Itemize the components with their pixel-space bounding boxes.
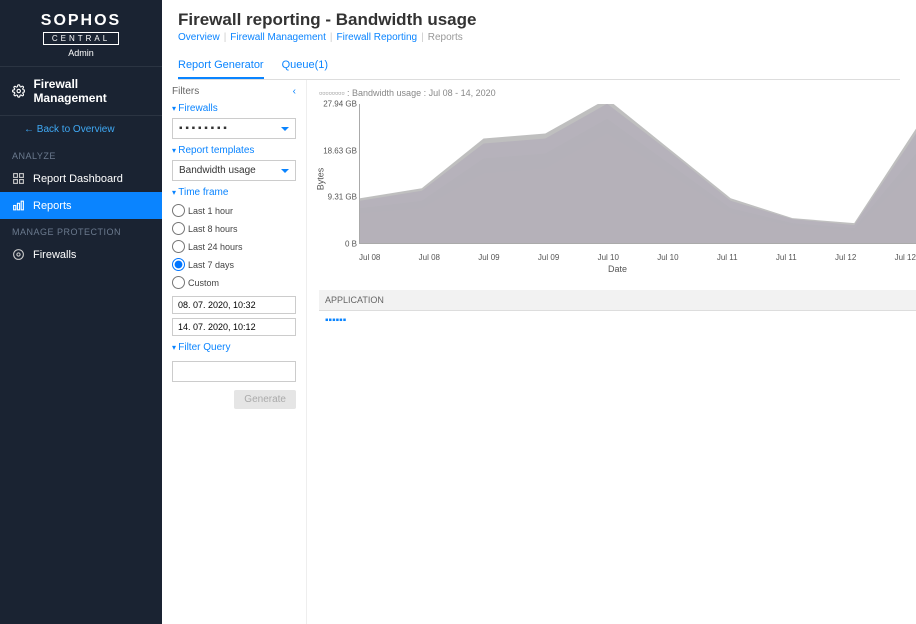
area-chart-svg — [360, 104, 916, 243]
gear-icon — [12, 84, 25, 98]
chart: Bytes 0 B9.31 GB18.63 GB27.94 GB Jul 08J… — [319, 104, 916, 274]
filter-templates-label[interactable]: Report templates — [172, 145, 296, 156]
breadcrumb-link[interactable]: Firewall Reporting — [337, 32, 418, 43]
logo-block: SOPHOS CENTRAL Admin — [0, 0, 162, 67]
filters-panel: Filters ‹ Firewalls ▪ ▪ ▪ ▪ ▪ ▪ ▪ ▪ Repo… — [162, 80, 307, 624]
brand-role: Admin — [0, 48, 162, 58]
collapse-filters-icon[interactable]: ‹ — [293, 86, 296, 97]
x-tick: Jul 11 — [717, 253, 738, 262]
timeframe-option[interactable]: Last 7 days — [172, 258, 234, 271]
sidebar-item-firewalls[interactable]: Firewalls — [0, 241, 162, 268]
tab-queue[interactable]: Queue(1) — [282, 53, 328, 79]
filter-firewalls-label[interactable]: Firewalls — [172, 103, 296, 114]
timeframe-option[interactable]: Custom — [172, 276, 219, 289]
breadcrumb: Overview|Firewall Management|Firewall Re… — [178, 32, 900, 43]
filter-query-input[interactable] — [172, 361, 296, 382]
timeframe-option[interactable]: Last 8 hours — [172, 222, 238, 235]
x-tick: Jul 08 — [419, 253, 440, 262]
timeframe-radios: Last 1 hour Last 8 hours Last 24 hours Last… — [172, 202, 296, 292]
tabs: Report Generator Queue(1) — [178, 53, 900, 80]
x-tick: Jul 08 — [359, 253, 380, 262]
sidebar-item-report-dashboard[interactable]: Report Dashboard — [0, 165, 162, 192]
bandwidth-table: APPLICATIONRISKCATEGORYBYTES ▪▪▪▪▪▪--71.… — [319, 290, 916, 624]
generate-button[interactable]: Generate — [234, 390, 296, 409]
breadcrumb-link[interactable]: Overview — [178, 32, 220, 43]
y-tick: 0 B — [345, 240, 357, 249]
x-tick: Jul 12 — [895, 253, 916, 262]
x-tick: Jul 09 — [478, 253, 499, 262]
timeframe-option[interactable]: Last 24 hours — [172, 240, 243, 253]
y-axis-label: Bytes — [315, 168, 325, 191]
x-tick: Jul 11 — [776, 253, 797, 262]
report-area: ▫▫▫▫▫▫▫▫ : Bandwidth usage : Jul 08 - 14… — [307, 80, 916, 624]
table-header[interactable]: APPLICATION — [319, 290, 916, 311]
filter-timeframe-label[interactable]: Time frame — [172, 187, 296, 198]
filters-title: Filters — [172, 86, 199, 97]
x-axis-label: Date — [608, 264, 627, 274]
brand-sub: CENTRAL — [43, 32, 119, 45]
y-tick: 18.63 GB — [323, 146, 357, 155]
breadcrumb-link[interactable]: Firewall Management — [230, 32, 326, 43]
nav-section-label: MANAGE PROTECTION — [0, 219, 162, 241]
x-tick: Jul 12 — [835, 253, 856, 262]
sidebar-item-reports[interactable]: Reports — [0, 192, 162, 219]
firewalls-select[interactable]: ▪ ▪ ▪ ▪ ▪ ▪ ▪ ▪ — [172, 118, 296, 139]
sidebar-item-label: Firewalls — [33, 249, 76, 261]
main: Firewall reporting - Bandwidth usage Ove… — [162, 0, 916, 624]
x-tick: Jul 10 — [598, 253, 619, 262]
sidebar-item-label: Report Dashboard — [33, 173, 123, 185]
x-axis: Jul 08 Jul 08 Jul 09 Jul 09 Jul 10 Jul 10 Jul … — [359, 253, 916, 262]
nav-header-label: Firewall Management — [33, 77, 150, 105]
brand-name: SOPHOS — [0, 12, 162, 30]
page-title: Firewall reporting - Bandwidth usage — [178, 10, 900, 30]
breadcrumb-current: Reports — [428, 32, 463, 43]
tab-report-generator[interactable]: Report Generator — [178, 53, 264, 79]
sidebar-item-label: Reports — [33, 200, 72, 212]
filter-query-label[interactable]: Filter Query — [172, 342, 296, 353]
date-to-input[interactable] — [172, 318, 296, 336]
report-template-select[interactable]: Bandwidth usage — [172, 160, 296, 181]
nav-section-label: ANALYZE — [0, 143, 162, 165]
timeframe-option[interactable]: Last 1 hour — [172, 204, 233, 217]
table-row: ▪▪▪▪▪▪--71.22 GB — [319, 311, 916, 624]
chart-plot — [359, 104, 916, 244]
nav-header-firewall-management[interactable]: Firewall Management — [0, 67, 162, 116]
x-tick: Jul 09 — [538, 253, 559, 262]
sidebar: SOPHOS CENTRAL Admin Firewall Management… — [0, 0, 162, 624]
chart-meta: ▫▫▫▫▫▫▫▫ : Bandwidth usage : Jul 08 - 14… — [319, 88, 916, 98]
date-from-input[interactable] — [172, 296, 296, 314]
app-cell[interactable]: ▪▪▪▪▪▪ — [319, 311, 916, 624]
topbar: Firewall reporting - Bandwidth usage Ove… — [162, 0, 916, 80]
y-tick: 9.31 GB — [328, 193, 357, 202]
x-tick: Jul 10 — [657, 253, 678, 262]
y-tick: 27.94 GB — [323, 100, 357, 109]
y-axis: Bytes 0 B9.31 GB18.63 GB27.94 GB — [319, 104, 359, 244]
nav-back-link[interactable]: ← Back to Overview — [0, 116, 162, 143]
